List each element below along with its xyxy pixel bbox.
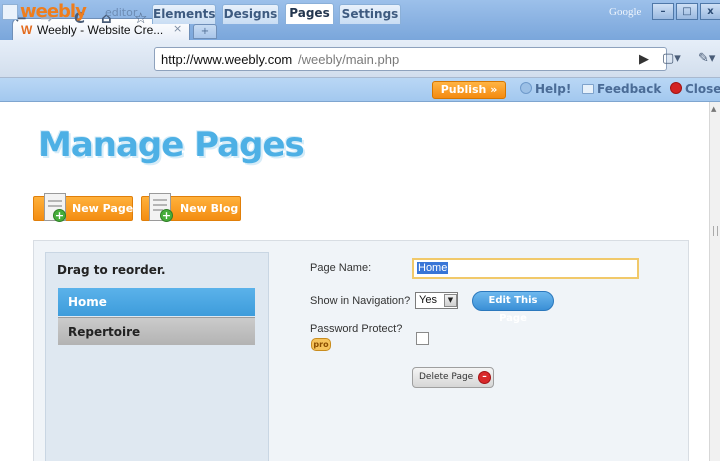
new-page-label: New Page [72,202,134,215]
show-in-navigation-value: Yes [419,294,437,306]
tab-designs[interactable]: Designs [222,4,279,24]
page-menu-icon[interactable]: ▢▾ [662,51,681,66]
scrollbar-grip[interactable] [713,226,718,236]
url-host: http://www.weebly.com [161,52,293,67]
tab-settings[interactable]: Settings [339,4,401,24]
url-path: /weebly/main.php [298,52,400,67]
help-link[interactable]: Help! [520,82,571,96]
window-close-button[interactable]: x [700,3,720,20]
go-icon[interactable]: ▶ [639,52,649,67]
close-label: Close [685,82,720,96]
help-label: Help! [535,82,572,96]
page-list-sidebar [45,252,269,461]
feedback-link[interactable]: Feedback [582,82,661,96]
wrench-menu-icon[interactable]: ✎▾ [698,51,715,66]
show-in-navigation-select[interactable]: Yes ▼ [415,292,458,309]
page-title: Manage Pages [38,125,305,165]
drag-to-reorder-label: Drag to reorder. [57,263,166,277]
close-icon [670,82,682,94]
help-icon [520,82,532,94]
close-editor-link[interactable]: Close [670,82,720,96]
delete-page-button[interactable]: Delete Page – [412,367,494,388]
tab-pages[interactable]: Pages [285,3,334,24]
page-list-item-repertoire[interactable]: Repertoire [58,317,255,345]
page-list-item-home[interactable]: Home [58,288,255,316]
add-blog-plus-icon: + [160,209,173,222]
pro-badge: pro [311,338,331,351]
tab-elements[interactable]: Elements [152,4,216,24]
page-name-input[interactable]: Home [412,258,639,279]
editor-menu-icon[interactable] [2,4,18,20]
address-bar[interactable]: http://www.weebly.com /weebly/main.php [154,47,667,71]
edit-this-page-button[interactable]: Edit This Page [472,291,554,324]
new-tab-button[interactable]: + [193,24,217,39]
window-minimize-button[interactable]: – [652,3,674,20]
google-brand: Google [609,6,642,18]
show-in-navigation-label: Show in Navigation? [310,295,411,307]
page-name-value: Home [417,262,449,274]
weebly-editor-label: editor [105,6,138,19]
vertical-scrollbar[interactable] [709,102,720,461]
select-arrow-icon: ▼ [444,294,457,307]
password-protect-checkbox[interactable] [416,332,429,345]
weebly-logo: weebly [20,1,87,22]
delete-page-label: Delete Page [419,372,474,382]
page-name-label: Page Name: [310,262,372,274]
feedback-label: Feedback [597,82,662,96]
publish-button[interactable]: Publish » [432,81,506,99]
add-page-plus-icon: + [53,209,66,222]
scroll-up-icon[interactable]: ▲ [711,105,716,113]
window-maximize-button[interactable]: □ [676,3,698,20]
delete-icon: – [478,371,491,384]
password-protect-label: Password Protect? [310,323,403,335]
mail-icon [582,84,594,94]
new-blog-label: New Blog [180,202,239,215]
